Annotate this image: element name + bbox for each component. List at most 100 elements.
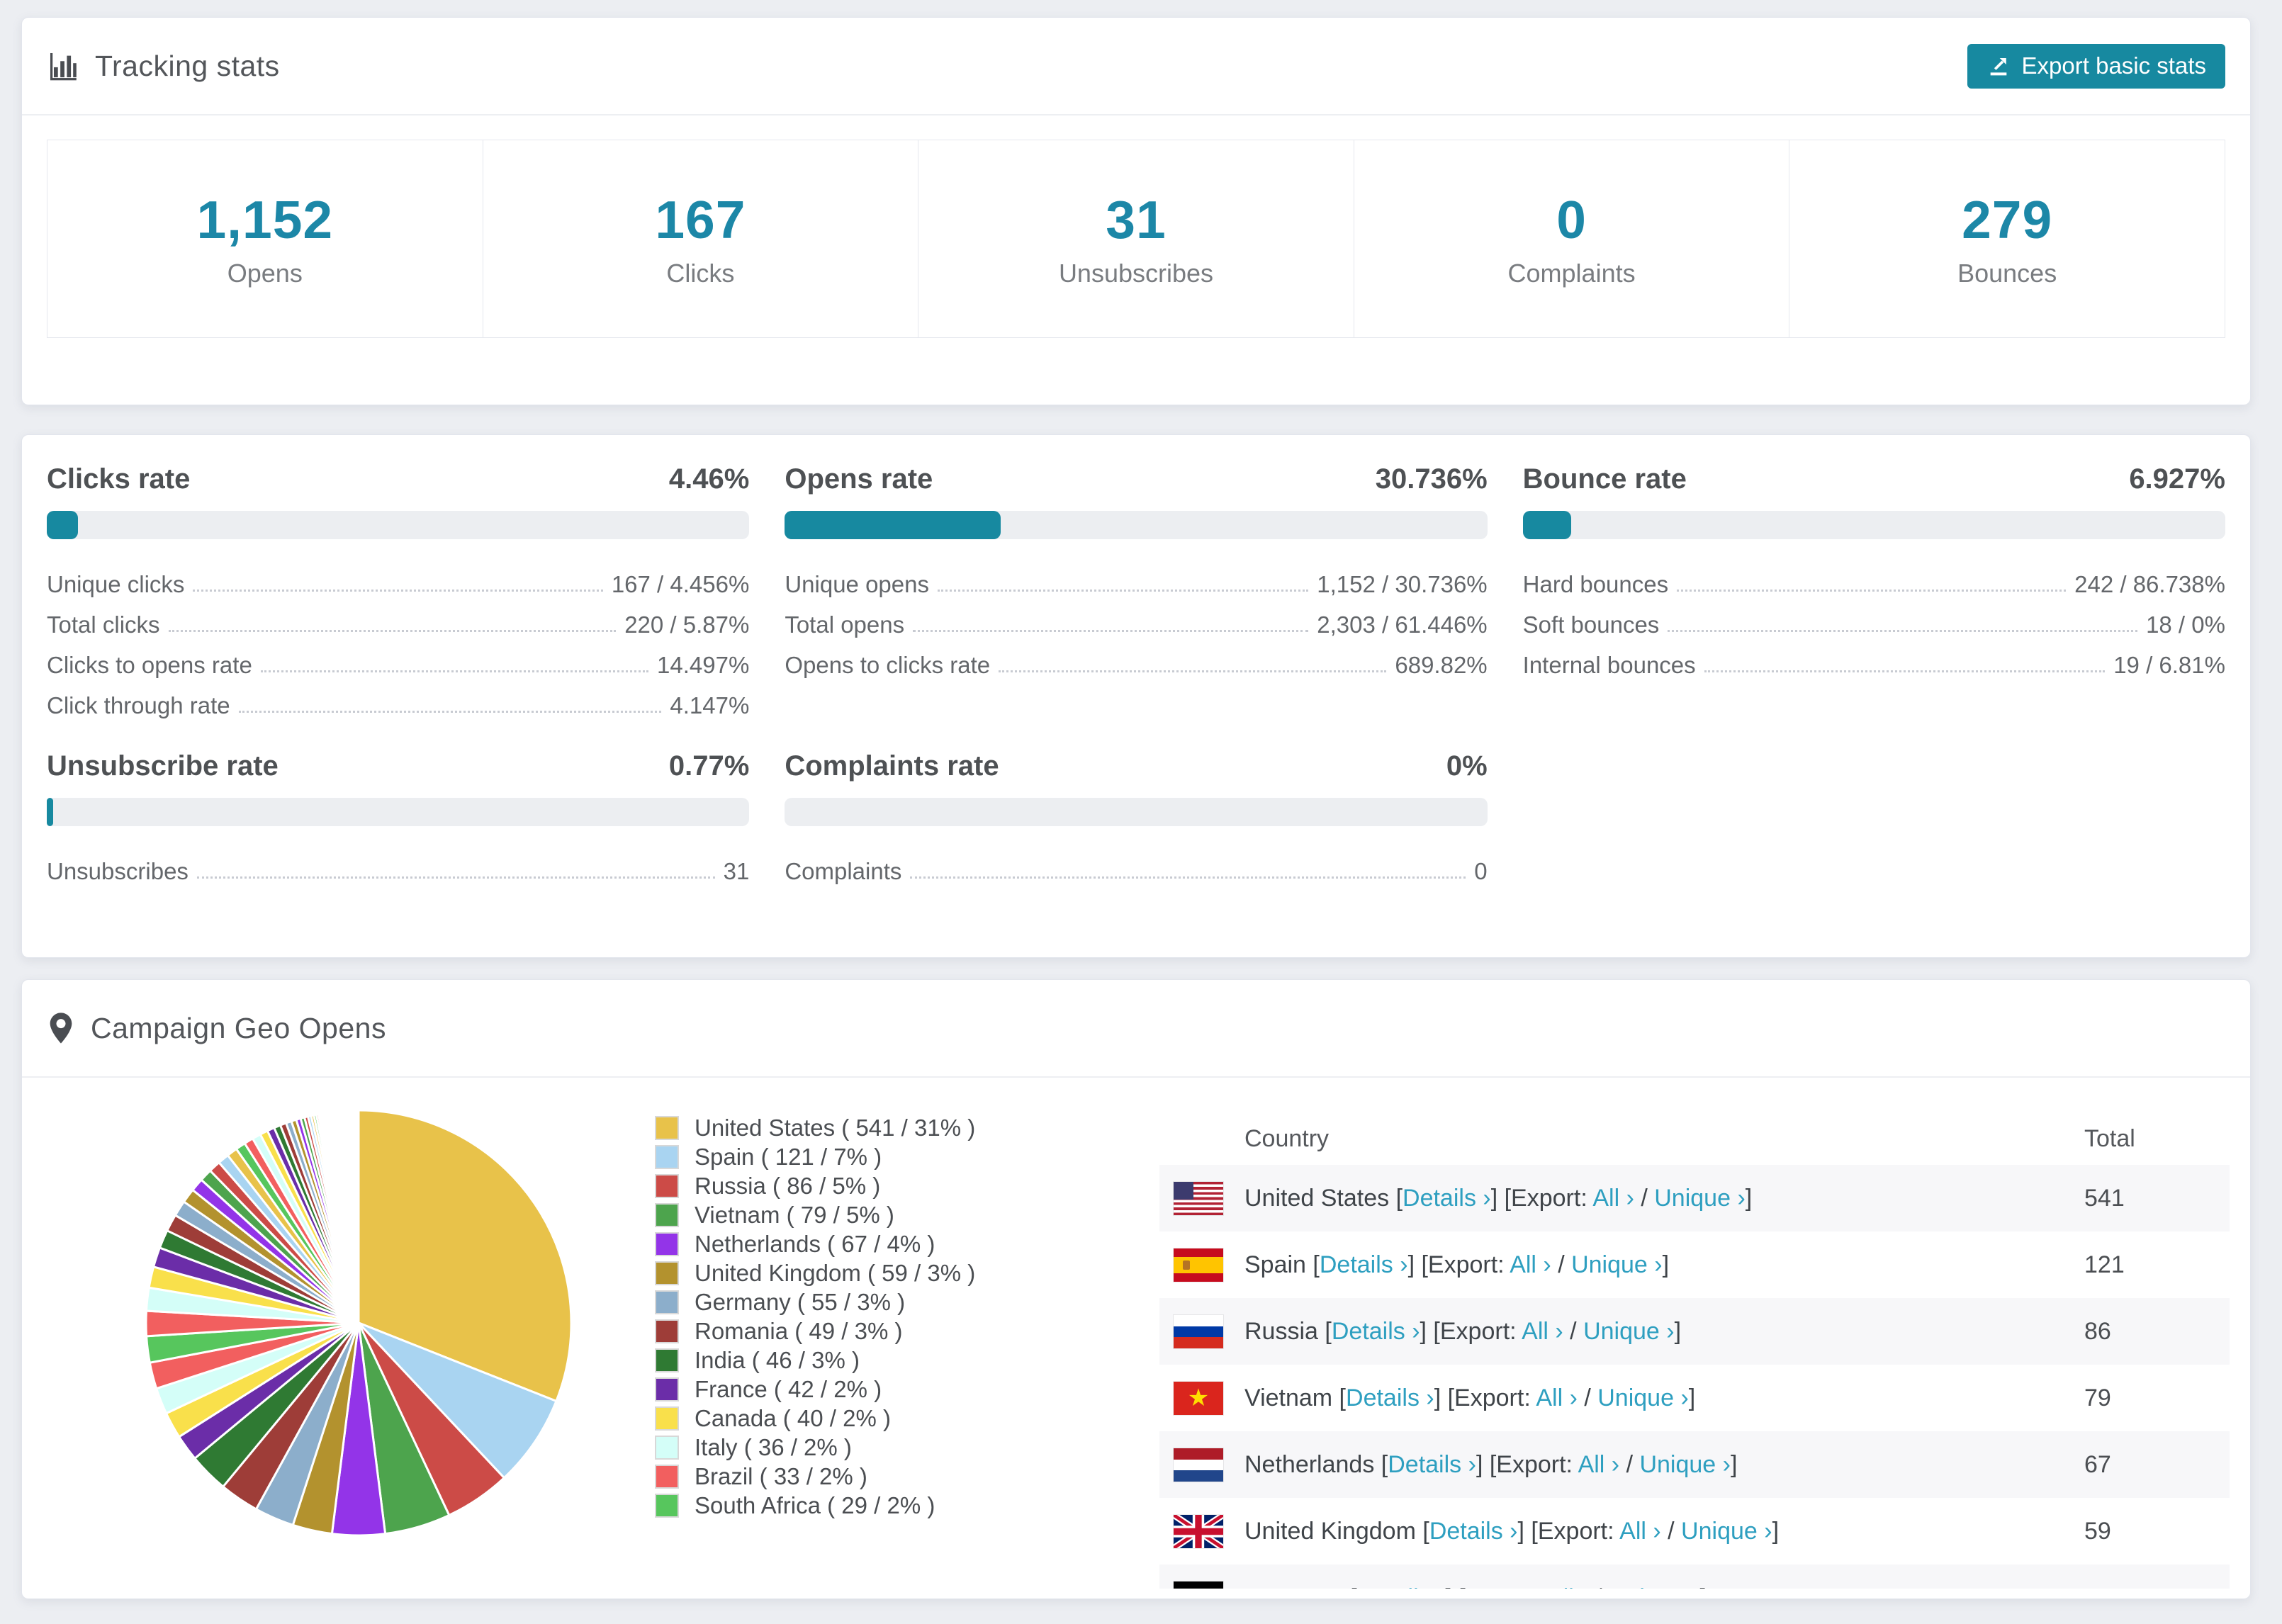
legend-item-canada[interactable]: Canada ( 40 / 2% ) <box>655 1404 975 1433</box>
export-basic-stats-button[interactable]: Export basic stats <box>1967 43 2225 89</box>
legend-item-france[interactable]: France ( 42 / 2% ) <box>655 1375 975 1404</box>
details-link[interactable]: Details › <box>1429 1518 1518 1545</box>
export-all-link[interactable]: All › <box>1547 1584 1589 1589</box>
metric-label: Unique clicks <box>47 571 185 597</box>
legend-swatch <box>655 1115 679 1140</box>
rate-title: Complaints rate <box>785 750 999 782</box>
rate-title: Unsubscribe rate <box>47 750 279 782</box>
export-unique-link[interactable]: Unique › <box>1654 1185 1746 1212</box>
rate-block-complaints-rate: Complaints rate 0% Complaints 0 <box>785 750 1488 885</box>
legend-swatch <box>655 1406 679 1431</box>
nl-flag-icon <box>1174 1448 1223 1482</box>
legend-item-india[interactable]: India ( 46 / 3% ) <box>655 1346 975 1375</box>
total-column-header: Total <box>2084 1124 2135 1152</box>
export-all-link[interactable]: All › <box>1536 1385 1578 1411</box>
details-link[interactable]: Details › <box>1332 1318 1420 1345</box>
export-unique-link[interactable]: Unique › <box>1639 1451 1731 1478</box>
metric-value: 1,152 / 30.736% <box>1317 571 1488 597</box>
legend-label: Germany ( 55 / 3% ) <box>695 1288 906 1315</box>
legend-label: South Africa ( 29 / 2% ) <box>695 1492 935 1518</box>
legend-label: United States ( 541 / 31% ) <box>695 1114 976 1141</box>
export-unique-link[interactable]: Unique › <box>1571 1251 1663 1278</box>
de-flag-icon <box>1174 1581 1223 1589</box>
legend-item-germany[interactable]: Germany ( 55 / 3% ) <box>655 1287 975 1316</box>
metric-value: 14.497% <box>657 652 750 678</box>
legend-label: Romania ( 49 / 3% ) <box>695 1317 903 1344</box>
export-all-link[interactable]: All › <box>1619 1518 1661 1545</box>
legend-label: Netherlands ( 67 / 4% ) <box>695 1230 935 1257</box>
rate-value: 6.927% <box>2129 463 2225 495</box>
rate-block-opens-rate: Opens rate 30.736% Unique opens 1,152 / 30.… <box>785 463 1488 719</box>
details-link[interactable]: Details › <box>1346 1385 1434 1411</box>
us-flag-icon <box>1174 1181 1223 1215</box>
legend-item-united-kingdom[interactable]: United Kingdom ( 59 / 3% ) <box>655 1258 975 1287</box>
legend-item-united-states[interactable]: United States ( 541 / 31% ) <box>655 1113 975 1142</box>
es-flag-icon <box>1174 1248 1223 1282</box>
table-row-russia: Russia [Details ›] [Export: All › / Uniq… <box>1159 1298 2230 1365</box>
export-unique-link[interactable]: Unique › <box>1597 1385 1689 1411</box>
details-link[interactable]: Details › <box>1320 1251 1408 1278</box>
country-cell: Russia [Details ›] [Export: All › / Uniq… <box>1244 1317 1682 1345</box>
metric-value: 220 / 5.87% <box>624 611 750 638</box>
legend-item-vietnam[interactable]: Vietnam ( 79 / 5% ) <box>655 1200 975 1229</box>
metric-label: Total opens <box>785 611 905 638</box>
dotted-leader <box>937 590 1309 592</box>
export-icon <box>1990 57 2006 76</box>
legend-item-italy[interactable]: Italy ( 36 / 2% ) <box>655 1433 975 1462</box>
legend-item-romania[interactable]: Romania ( 49 / 3% ) <box>655 1316 975 1346</box>
stats-row: 1,152 Opens 167 Clicks 31 Unsubscribes 0 Compla… <box>47 140 2225 338</box>
export-unique-link[interactable]: Unique › <box>1609 1584 1700 1589</box>
geo-section-title: Campaign Geo Opens <box>91 1011 386 1044</box>
dotted-leader <box>193 590 603 592</box>
total-cell: 86 <box>2084 1317 2111 1345</box>
details-link[interactable]: Details › <box>1388 1451 1476 1478</box>
metric-value: 242 / 86.738% <box>2074 571 2225 597</box>
stat-value: 167 <box>655 190 746 249</box>
table-row-united-kingdom: United Kingdom [Details ›] [Export: All … <box>1159 1498 2230 1564</box>
metric-row: Total opens 2,303 / 61.446% <box>785 598 1487 638</box>
export-all-link[interactable]: All › <box>1522 1318 1563 1345</box>
rate-title: Clicks rate <box>47 463 191 495</box>
legend-swatch <box>655 1144 679 1169</box>
total-cell: 121 <box>2084 1251 2125 1278</box>
metric-value: 167 / 4.456% <box>611 571 750 597</box>
dotted-leader <box>196 876 715 879</box>
metric-label: Complaints <box>785 858 902 884</box>
export-unique-link[interactable]: Unique › <box>1583 1318 1675 1345</box>
details-link[interactable]: Details › <box>1403 1185 1491 1212</box>
metric-row: Total clicks 220 / 5.87% <box>47 598 749 638</box>
metric-row: Unique opens 1,152 / 30.736% <box>785 558 1487 598</box>
rate-title: Opens rate <box>785 463 933 495</box>
stat-label: Complaints <box>1507 259 1636 288</box>
export-all-link[interactable]: All › <box>1510 1251 1551 1278</box>
metric-value: 18 / 0% <box>2146 611 2225 638</box>
metric-label: Internal bounces <box>1522 652 1696 678</box>
legend-label: Vietnam ( 79 / 5% ) <box>695 1201 894 1228</box>
metric-row: Internal bounces 19 / 6.81% <box>1523 638 2225 679</box>
legend-swatch <box>655 1348 679 1372</box>
export-all-link[interactable]: All › <box>1578 1451 1620 1478</box>
stat-label: Opens <box>227 259 303 288</box>
metric-row: Unsubscribes 31 <box>47 845 749 885</box>
legend-swatch <box>655 1319 679 1343</box>
rate-value: 0.77% <box>668 750 750 782</box>
export-unique-link[interactable]: Unique › <box>1681 1518 1772 1545</box>
metric-label: Clicks to opens rate <box>47 652 252 678</box>
metric-value: 4.147% <box>670 692 750 718</box>
details-link[interactable]: Details › <box>1357 1584 1446 1589</box>
export-all-link[interactable]: All › <box>1592 1185 1634 1212</box>
legend-item-spain[interactable]: Spain ( 121 / 7% ) <box>655 1142 975 1171</box>
legend-item-russia[interactable]: Russia ( 86 / 5% ) <box>655 1171 975 1200</box>
legend-swatch <box>655 1173 679 1198</box>
legend-item-south-africa[interactable]: South Africa ( 29 / 2% ) <box>655 1491 975 1520</box>
pie-legend: United States ( 541 / 31% ) Spain ( 121 /… <box>655 1113 975 1520</box>
legend-swatch <box>655 1493 679 1518</box>
dotted-leader <box>1668 630 2138 632</box>
stat-value: 279 <box>1962 190 2053 249</box>
stat-value: 0 <box>1556 190 1587 249</box>
rate-block-unsubscribe-rate: Unsubscribe rate 0.77% Unsubscribes 31 <box>47 750 750 885</box>
metric-value: 0 <box>1474 858 1488 884</box>
legend-item-brazil[interactable]: Brazil ( 33 / 2% ) <box>655 1462 975 1491</box>
legend-item-netherlands[interactable]: Netherlands ( 67 / 4% ) <box>655 1229 975 1258</box>
progress-track <box>47 798 750 826</box>
